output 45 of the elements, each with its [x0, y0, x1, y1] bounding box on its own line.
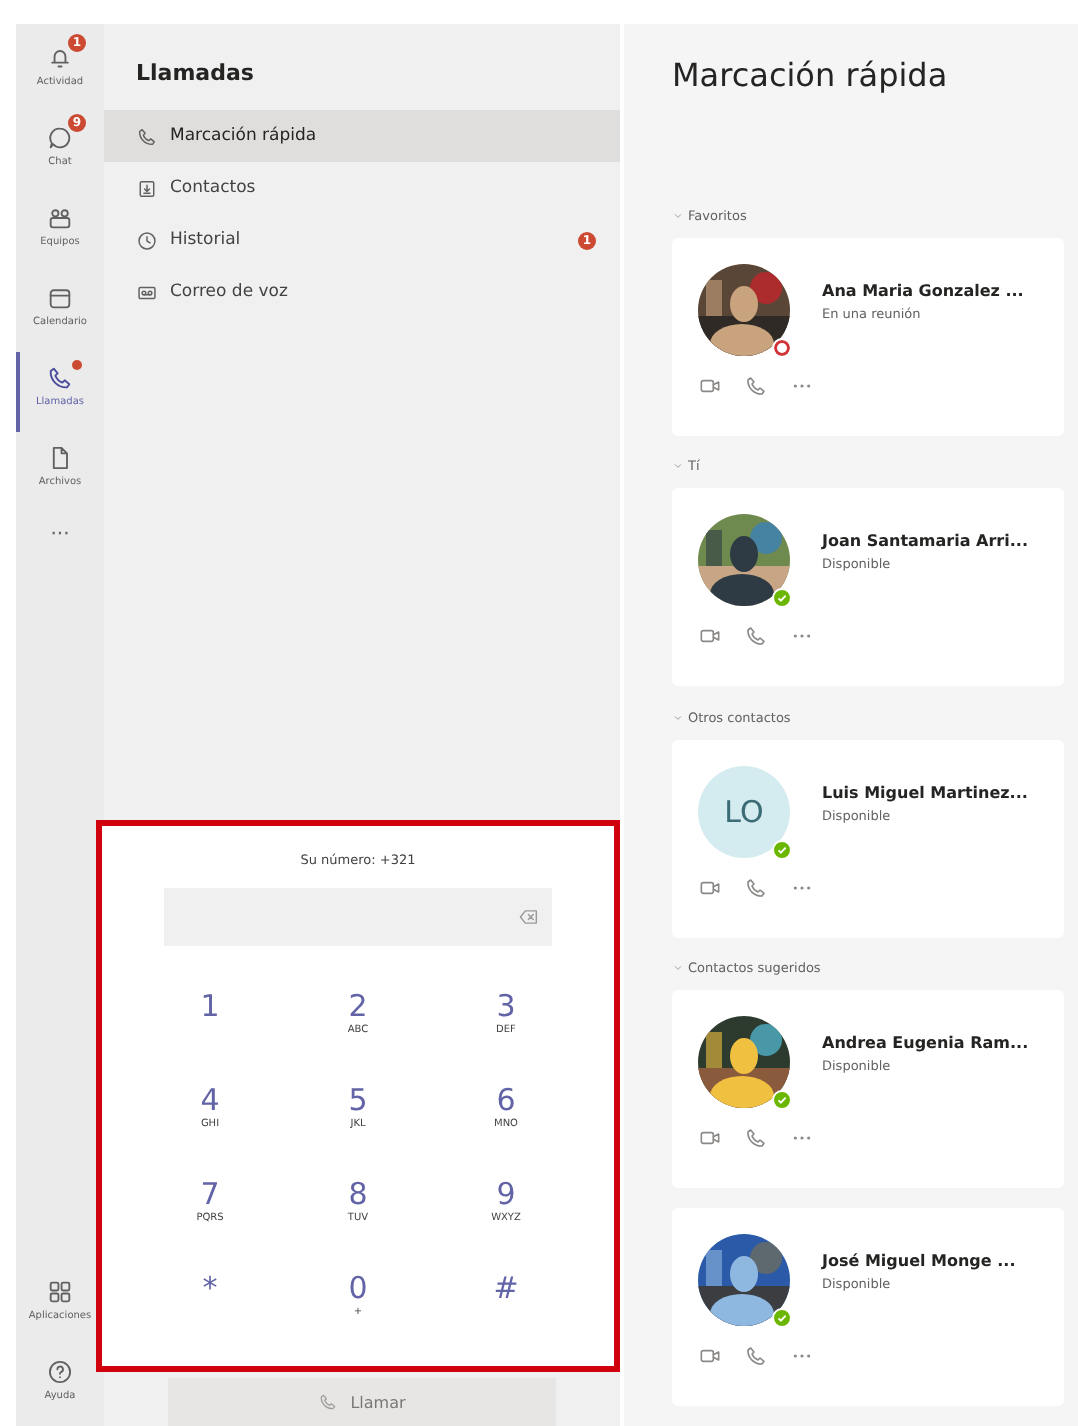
phone-icon[interactable]: [744, 373, 768, 397]
nav-label: Contactos: [170, 178, 258, 198]
contact-name: Ana Maria Gonzalez ...: [822, 281, 1024, 299]
phone-icon: [46, 364, 74, 392]
nav-label: Marcación rápida: [170, 126, 319, 146]
contact-name: Luis Miguel Martinez...: [822, 783, 1028, 801]
contact-name: Joan Santamaria Arri...: [822, 532, 1028, 550]
nav-label: Correo de voz: [170, 282, 290, 302]
clock-icon: [136, 229, 158, 251]
bell-icon: [46, 44, 74, 72]
phone-icon[interactable]: [744, 875, 768, 899]
video-camera-icon[interactable]: [698, 1126, 722, 1150]
chevron-down-icon: [672, 209, 684, 222]
chat-icon: [46, 124, 74, 152]
nav-item[interactable]: Contactos: [104, 162, 620, 214]
phone-icon[interactable]: [744, 1344, 768, 1368]
dial-key[interactable]: 1: [136, 990, 284, 1084]
help-icon: [46, 1358, 74, 1386]
phone-icon: [318, 1392, 339, 1412]
video-camera-icon[interactable]: [698, 1344, 722, 1368]
voicemail-icon: [136, 281, 158, 303]
panel-title: Llamadas: [134, 58, 256, 90]
nav-label: Historial: [170, 230, 243, 250]
phone-icon[interactable]: [744, 624, 768, 648]
more-button[interactable]: ···: [50, 524, 70, 546]
dial-key[interactable]: *: [136, 1272, 284, 1366]
contacts-icon: [136, 177, 158, 199]
people-icon: [46, 204, 74, 232]
phone-icon[interactable]: [744, 1126, 768, 1150]
page-title: Marcación rápida: [672, 56, 950, 96]
apps-icon: [46, 1278, 74, 1306]
phone-icon: [136, 125, 158, 147]
nav-item[interactable]: Correo de voz: [104, 266, 620, 318]
avatar: LO: [698, 765, 790, 857]
nav-item[interactable]: Marcación rápida: [104, 110, 620, 162]
video-camera-icon[interactable]: [698, 624, 722, 648]
contact-name: José Miguel Monge ...: [822, 1252, 1016, 1270]
number-field[interactable]: [164, 888, 552, 946]
chevron-down-icon: [672, 460, 684, 473]
contact-name: Andrea Eugenia Ram...: [822, 1034, 1029, 1052]
calendar-icon: [46, 284, 74, 312]
chevron-down-icon: [672, 962, 684, 975]
chevron-down-icon: [672, 711, 684, 724]
backspace-icon: [518, 906, 540, 928]
dial-key[interactable]: #: [432, 1272, 580, 1366]
